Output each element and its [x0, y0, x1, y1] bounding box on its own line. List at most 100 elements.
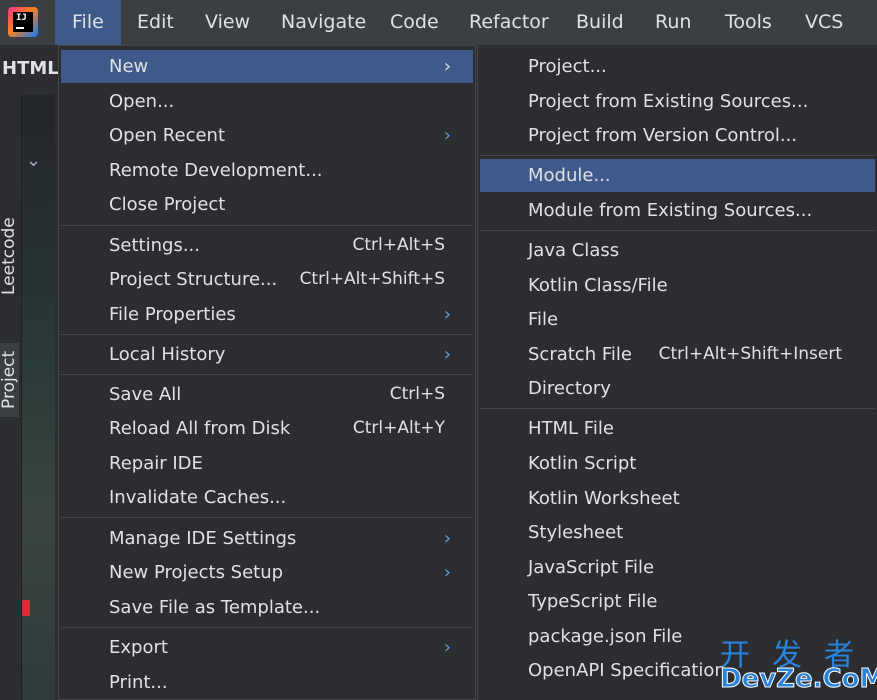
menu-code[interactable]: Code: [373, 0, 456, 45]
menu-item-label: Scratch File: [528, 344, 632, 365]
file-menu-reload-all[interactable]: Reload All from Disk Ctrl+Alt+Y: [61, 412, 473, 445]
menu-item-label: JavaScript File: [528, 557, 655, 578]
menu-view-label: View: [205, 11, 251, 33]
menu-separator: [61, 627, 473, 628]
new-project-from-existing-sources[interactable]: Project from Existing Sources...: [480, 85, 875, 118]
menu-item-shortcut: Ctrl+Alt+S: [352, 235, 445, 255]
file-menu-popup: New › Open... Open Recent › Remote Develop…: [58, 45, 476, 700]
menu-tools-label: Tools: [725, 11, 772, 33]
file-menu-remote-development[interactable]: Remote Development...: [61, 154, 473, 187]
file-menu-export[interactable]: Export ›: [61, 631, 473, 664]
menu-item-label: HTML File: [528, 418, 614, 439]
menu-refactor[interactable]: Refactor: [452, 0, 566, 45]
chevron-down-icon[interactable]: ⌄: [26, 150, 41, 171]
menu-item-label: Invalidate Caches...: [109, 487, 287, 508]
menu-vcs-label: VCS: [805, 11, 844, 33]
menu-item-label: TypeScript File: [528, 591, 658, 612]
new-scratch-file[interactable]: Scratch File Ctrl+Alt+Shift+Insert: [480, 338, 875, 371]
new-submenu-popup: Project... Project from Existing Sources…: [477, 45, 877, 700]
menu-item-label: Java Class: [528, 240, 620, 261]
new-html-file[interactable]: HTML File: [480, 412, 875, 445]
menu-separator: [61, 334, 473, 335]
file-menu-open[interactable]: Open...: [61, 85, 473, 118]
menu-build-label: Build: [576, 11, 624, 33]
file-menu-save-all[interactable]: Save All Ctrl+S: [61, 378, 473, 411]
file-menu-new[interactable]: New ›: [61, 50, 473, 83]
editor-tab-html[interactable]: HTML: [2, 58, 59, 79]
menu-file[interactable]: File: [55, 0, 121, 45]
file-menu-repair-ide[interactable]: Repair IDE: [61, 447, 473, 480]
menu-item-label: Save All: [109, 384, 182, 405]
menu-separator: [480, 408, 875, 409]
menu-item-shortcut: Ctrl+Alt+Shift+S: [299, 269, 445, 289]
file-menu-close-project[interactable]: Close Project: [61, 188, 473, 221]
file-menu-save-as-template[interactable]: Save File as Template...: [61, 591, 473, 624]
menu-item-label: Local History: [109, 344, 226, 365]
file-menu-invalidate-caches[interactable]: Invalidate Caches...: [61, 481, 473, 514]
menu-view[interactable]: View: [188, 0, 267, 45]
menu-item-label: Kotlin Class/File: [528, 275, 668, 296]
new-directory[interactable]: Directory: [480, 372, 875, 405]
menu-separator: [61, 225, 473, 226]
menu-item-label: Project from Existing Sources...: [528, 91, 809, 112]
menu-item-shortcut: Ctrl+Alt+Y: [352, 418, 445, 438]
menu-item-label: Export: [109, 637, 168, 658]
menu-item-label: Kotlin Script: [528, 453, 637, 474]
new-kotlin-worksheet[interactable]: Kotlin Worksheet: [480, 482, 875, 515]
menu-item-shortcut: Ctrl+Alt+Shift+Insert: [658, 344, 842, 364]
new-java-class[interactable]: Java Class: [480, 234, 875, 267]
tool-window-project[interactable]: Project: [0, 342, 19, 417]
menu-item-label: New Projects Setup: [109, 562, 284, 583]
tool-window-leetcode[interactable]: Leetcode: [0, 217, 19, 295]
menu-tools[interactable]: Tools: [708, 0, 789, 45]
file-menu-file-properties[interactable]: File Properties ›: [61, 298, 473, 331]
menu-item-label: Project Structure...: [109, 269, 278, 290]
menu-run[interactable]: Run: [638, 0, 708, 45]
file-menu-settings[interactable]: Settings... Ctrl+Alt+S: [61, 229, 473, 262]
menu-item-label: OpenAPI Specification: [528, 660, 726, 681]
new-kotlin-class[interactable]: Kotlin Class/File: [480, 269, 875, 302]
file-menu-project-structure[interactable]: Project Structure... Ctrl+Alt+Shift+S: [61, 263, 473, 296]
menu-navigate[interactable]: Navigate: [264, 0, 383, 45]
new-javascript-file[interactable]: JavaScript File: [480, 551, 875, 584]
new-file[interactable]: File: [480, 303, 875, 336]
file-menu-open-recent[interactable]: Open Recent ›: [61, 119, 473, 152]
menu-build[interactable]: Build: [559, 0, 641, 45]
logo-text: IJ: [16, 13, 27, 23]
menu-run-label: Run: [655, 11, 692, 33]
new-project[interactable]: Project...: [480, 50, 875, 83]
menu-item-label: Open...: [109, 91, 175, 112]
watermark: 开发者 DevZe.CoM: [716, 630, 877, 700]
watermark-en: DevZe.CoM: [719, 664, 877, 695]
new-module[interactable]: Module...: [480, 159, 875, 192]
new-typescript-file[interactable]: TypeScript File: [480, 585, 875, 618]
menu-item-label: Project...: [528, 56, 607, 77]
new-module-from-existing-sources[interactable]: Module from Existing Sources...: [480, 194, 875, 227]
file-menu-manage-ide-settings[interactable]: Manage IDE Settings ›: [61, 522, 473, 555]
menu-item-shortcut: Ctrl+S: [389, 384, 445, 404]
menu-item-label: Print...: [109, 672, 168, 693]
file-menu-print[interactable]: Print...: [61, 666, 473, 699]
menu-item-label: Manage IDE Settings: [109, 528, 297, 549]
submenu-arrow-icon: ›: [443, 562, 451, 583]
menu-refactor-label: Refactor: [469, 11, 549, 33]
menu-separator: [480, 155, 875, 156]
menu-item-label: Repair IDE: [109, 453, 203, 474]
menu-item-label: Reload All from Disk: [109, 418, 291, 439]
menu-navigate-label: Navigate: [281, 11, 367, 33]
error-marker: [22, 600, 30, 616]
submenu-arrow-icon: ›: [443, 344, 451, 365]
menu-item-label: Module from Existing Sources...: [528, 200, 813, 221]
file-menu-local-history[interactable]: Local History ›: [61, 338, 473, 371]
new-project-from-vcs[interactable]: Project from Version Control...: [480, 119, 875, 152]
intellij-logo-icon[interactable]: IJ: [8, 7, 38, 37]
submenu-arrow-icon: ›: [443, 125, 451, 146]
menu-code-label: Code: [390, 11, 439, 33]
new-kotlin-script[interactable]: Kotlin Script: [480, 447, 875, 480]
new-stylesheet[interactable]: Stylesheet: [480, 516, 875, 549]
menu-edit-label: Edit: [137, 11, 174, 33]
menu-vcs[interactable]: VCS: [788, 0, 860, 45]
file-menu-new-projects-setup[interactable]: New Projects Setup ›: [61, 556, 473, 589]
menu-item-label: Close Project: [109, 194, 226, 215]
menu-edit[interactable]: Edit: [120, 0, 191, 45]
